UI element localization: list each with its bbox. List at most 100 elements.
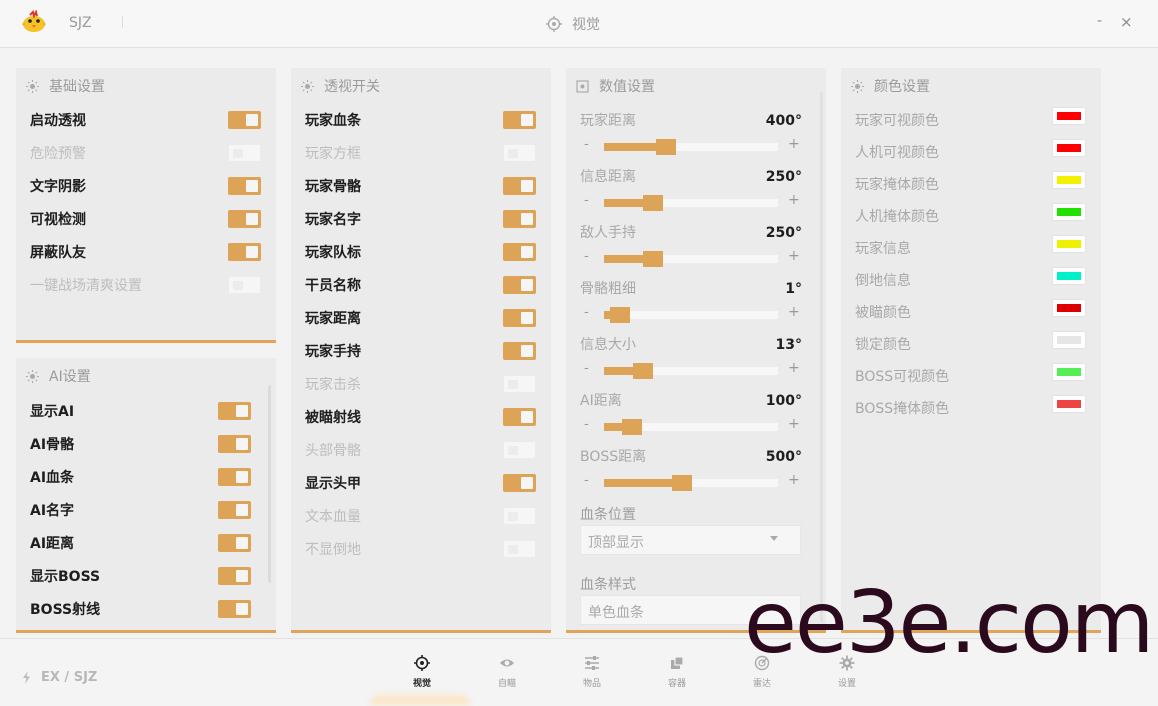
slider-decrement-button[interactable]: - [584, 361, 589, 376]
tab-sliders[interactable]: 物品 [572, 655, 612, 689]
slider-thumb[interactable] [622, 419, 642, 435]
slider-increment-button[interactable]: + [788, 416, 800, 432]
title-bar: SJZ 视觉 - × [0, 0, 1158, 48]
slider-increment-button[interactable]: + [788, 360, 800, 376]
toggle-label: BOSS射线 [30, 602, 101, 618]
toggle-switch[interactable] [218, 501, 251, 519]
slider-decrement-button[interactable]: - [584, 193, 589, 208]
esp-switch-panel: 透视开关 玩家血条 玩家方框 玩家骨骼 玩家名字 玩家队标 干员名称 玩家距离 玩家手持 玩家击… [291, 68, 551, 633]
color-swatch-button[interactable] [1052, 299, 1086, 317]
slider-track[interactable] [604, 419, 778, 435]
close-button[interactable]: × [1120, 13, 1133, 31]
minimize-button[interactable]: - [1097, 13, 1102, 29]
color-swatch-fill [1057, 176, 1081, 184]
slider-decrement-button[interactable]: - [584, 137, 589, 152]
slider-decrement-button[interactable]: - [584, 417, 589, 432]
color-swatch-fill [1057, 272, 1081, 280]
toggle-switch[interactable] [503, 408, 536, 426]
color-swatch-button[interactable] [1052, 139, 1086, 157]
tab-boxes[interactable]: 容器 [657, 655, 697, 689]
toggle-switch[interactable] [503, 309, 536, 327]
slider-thumb[interactable] [672, 475, 692, 491]
toggle-switch[interactable] [503, 276, 536, 294]
slider-track[interactable] [604, 363, 778, 379]
toggle-switch[interactable] [218, 567, 251, 585]
toggle-switch[interactable] [218, 534, 251, 552]
color-swatch-button[interactable] [1052, 107, 1086, 125]
toggle-switch[interactable] [503, 342, 536, 360]
slider-track[interactable] [604, 195, 778, 211]
slider-label: 玩家距离 [580, 113, 636, 129]
toggle-switch[interactable] [503, 540, 536, 558]
footer-brand-label: EX / SJZ [41, 670, 98, 685]
slider-thumb[interactable] [633, 363, 653, 379]
toggle-switch[interactable] [228, 276, 261, 294]
slider-increment-button[interactable]: + [788, 472, 800, 488]
toggle-switch[interactable] [228, 210, 261, 228]
toggle-switch[interactable] [228, 111, 261, 129]
toggle-switch[interactable] [503, 177, 536, 195]
slider-value: 250° [765, 225, 802, 241]
toggle-switch[interactable] [503, 375, 536, 393]
healthbar-position-select[interactable]: 顶部显示 [580, 525, 801, 555]
toggle-switch[interactable] [228, 243, 261, 261]
tab-label: 雷达 [752, 679, 771, 689]
slider-thumb[interactable] [610, 307, 630, 323]
toggle-switch[interactable] [503, 243, 536, 261]
color-swatch-button[interactable] [1052, 395, 1086, 413]
toggle-switch[interactable] [503, 210, 536, 228]
toggle-switch[interactable] [218, 600, 251, 618]
slider-thumb[interactable] [643, 195, 663, 211]
color-swatch-button[interactable] [1052, 203, 1086, 221]
color-swatch-button[interactable] [1052, 363, 1086, 381]
slider-label: 骨骼粗细 [580, 281, 636, 297]
toggle-switch[interactable] [503, 441, 536, 459]
toggle-switch[interactable] [218, 468, 251, 486]
toggle-switch[interactable] [218, 435, 251, 453]
slider-increment-button[interactable]: + [788, 304, 800, 320]
slider-increment-button[interactable]: + [788, 136, 800, 152]
slider-thumb[interactable] [643, 251, 663, 267]
ai-panel-scrollbar[interactable] [268, 385, 271, 583]
tab-label: 自瞄 [497, 679, 516, 689]
toggle-switch[interactable] [503, 474, 536, 492]
view-title-label: 视觉 [572, 17, 600, 33]
color-label: 玩家掩体颜色 [855, 177, 939, 193]
slider-increment-button[interactable]: + [788, 248, 800, 264]
color-swatch-button[interactable] [1052, 331, 1086, 349]
color-swatch-button[interactable] [1052, 171, 1086, 189]
toggle-label: AI名字 [30, 503, 75, 519]
toggle-switch[interactable] [503, 507, 536, 525]
slider-decrement-button[interactable]: - [584, 305, 589, 320]
tab-eye[interactable]: 自瞄 [487, 655, 527, 689]
color-label: BOSS可视颜色 [855, 369, 950, 385]
slider-track[interactable] [604, 307, 778, 323]
crosshair-icon [414, 655, 430, 671]
sun-icon [26, 79, 39, 93]
toggle-label: 玩家击杀 [305, 377, 361, 393]
slider-decrement-button[interactable]: - [584, 249, 589, 264]
slider-increment-button[interactable]: + [788, 192, 800, 208]
title-divider [122, 16, 123, 28]
slider-track[interactable] [604, 475, 778, 491]
esp-switch-header: 透视开关 [301, 76, 380, 96]
toggle-switch[interactable] [228, 177, 261, 195]
slider-track[interactable] [604, 251, 778, 267]
toggle-switch[interactable] [218, 402, 251, 420]
toggle-switch[interactable] [503, 111, 536, 129]
tab-label: 容器 [667, 679, 686, 689]
color-swatch-button[interactable] [1052, 267, 1086, 285]
footer-brand: EX / SJZ [22, 670, 97, 685]
toggle-switch[interactable] [228, 144, 261, 162]
slider-thumb[interactable] [656, 139, 676, 155]
color-label: 人机可视颜色 [855, 145, 939, 161]
toggle-switch[interactable] [503, 144, 536, 162]
slider-decrement-button[interactable]: - [584, 473, 589, 488]
value-panel-scrollbar[interactable] [820, 92, 823, 622]
tab-crosshair[interactable]: 视觉 [402, 655, 442, 689]
esp-switch-title: 透视开关 [324, 79, 380, 95]
slider-track[interactable] [604, 139, 778, 155]
color-swatch-button[interactable] [1052, 235, 1086, 253]
toggle-label: 一键战场清爽设置 [30, 278, 142, 294]
slider-label: BOSS距离 [580, 449, 647, 465]
